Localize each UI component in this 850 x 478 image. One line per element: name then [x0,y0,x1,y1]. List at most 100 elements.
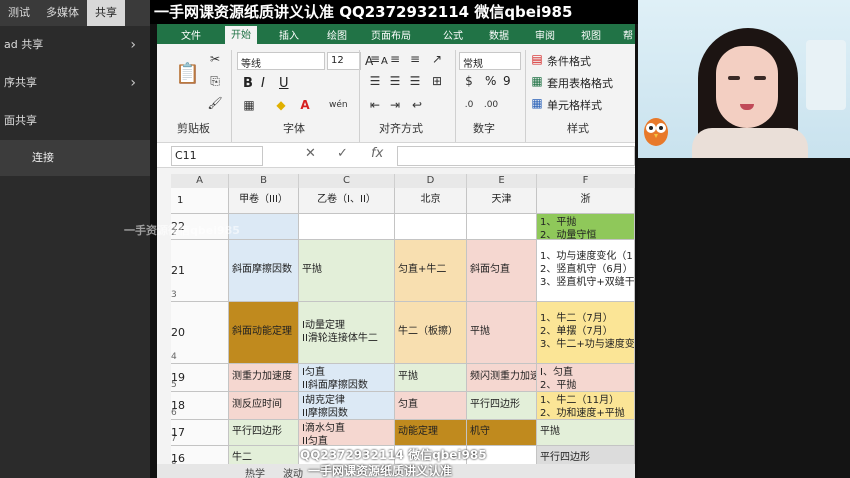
table-header-cell[interactable]: 天津 [467,188,537,214]
format-as-table-button[interactable]: 套用表格格式 [547,75,613,91]
column-header-f[interactable]: F [537,174,635,188]
row-number[interactable]: 7 17 [171,420,229,446]
tab-page-layout[interactable]: 页面布局 [371,27,411,42]
cell-styles-icon[interactable]: ▦ [529,96,545,110]
row-number[interactable]: 4 20 [171,302,229,364]
align-bottom-icon[interactable]: ≡ [407,52,423,66]
fill-color-icon[interactable]: ◆ [273,98,289,112]
sheet-tab[interactable]: 波动 [283,465,303,478]
table-cell[interactable]: 1、牛二（11月） 2、功和速度+平抛 [537,392,635,420]
decrease-indent-icon[interactable]: ⇤ [367,98,383,112]
table-format-icon[interactable]: ▦ [529,74,545,88]
table-cell[interactable]: 斜面匀直 [467,240,537,302]
increase-decimal-icon[interactable]: .0 [461,98,477,112]
number-format-select[interactable]: 常规 [459,52,521,70]
font-color-icon[interactable]: A [297,98,313,112]
cell-styles-button[interactable]: 单元格样式 [547,97,602,113]
conditional-format-button[interactable]: 条件格式 [547,53,591,69]
italic-button[interactable]: I [261,76,265,91]
table-cell[interactable]: I、匀直 2、平抛 [537,364,635,392]
decrease-decimal-icon[interactable]: .00 [483,98,499,112]
sheet-tab[interactable]: 热学 [245,465,265,478]
table-cell[interactable]: 斜面摩擦因数 [229,240,299,302]
format-painter-icon[interactable]: 🖌 [207,96,223,110]
tab-review[interactable]: 审阅 [535,27,555,42]
table-cell[interactable]: 动能定理 [395,420,467,446]
row-number[interactable]: 3 21 [171,240,229,302]
table-cell[interactable]: 1、平抛 2、动量守恒 [537,214,635,240]
table-cell[interactable]: 平抛 [395,364,467,392]
orientation-icon[interactable]: ↗ [429,52,445,66]
copy-icon[interactable]: ⎘ [207,74,223,88]
table-cell[interactable]: I动量定理 II滑轮连接体牛二 [299,302,395,364]
column-header-e[interactable]: E [467,174,537,188]
table-cell[interactable]: 测重力加速度 [229,364,299,392]
comma-style-button[interactable]: 9 [503,74,511,88]
table-cell[interactable]: 测反应时间 [229,392,299,420]
wrap-text-icon[interactable]: ↩ [409,98,425,112]
percent-button[interactable]: % [485,74,496,88]
font-size-select[interactable]: 12 [327,52,361,70]
table-header-cell[interactable]: 甲卷（III） [229,188,299,214]
tab-view[interactable]: 视图 [581,27,601,42]
paste-icon[interactable]: 📋 [175,58,200,88]
tab-draw[interactable]: 绘图 [327,27,347,42]
table-cell[interactable]: 平抛 [537,420,635,446]
table-cell[interactable]: 牛二（板擦） [395,302,467,364]
table-cell[interactable]: I胡克定律 II摩擦因数 [299,392,395,420]
row-number[interactable]: 1 [171,188,229,214]
name-box[interactable]: C11 [171,146,263,166]
tab-share[interactable]: 共享 [87,0,125,26]
table-cell[interactable]: 机守 [467,420,537,446]
table-cell[interactable]: 平行四边形 [467,392,537,420]
table-cell[interactable]: 1、牛二（7月） 2、单摆（7月） 3、牛二+功与速度变 [537,302,635,364]
tab-data[interactable]: 数据 [489,27,509,42]
align-center-icon[interactable]: ☰ [387,74,403,88]
table-cell[interactable]: 斜面动能定理 [229,302,299,364]
underline-button[interactable]: U [279,76,289,91]
conditional-format-icon[interactable]: ▤ [529,52,545,66]
tab-home[interactable]: 开始 [225,26,257,44]
table-cell[interactable]: 1、功与速度变化（1 2、竖直机守（6月） 3、竖直机守+双缝干 [537,240,635,302]
table-cell[interactable] [395,214,467,240]
currency-icon[interactable]: $ [461,74,477,88]
table-cell[interactable]: 匀直 [395,392,467,420]
table-cell[interactable]: I滴水匀直 II匀直 [299,420,395,446]
table-cell[interactable]: 平抛 [299,240,395,302]
merge-center-icon[interactable]: ⊞ [429,74,445,88]
column-header-d[interactable]: D [395,174,467,188]
tab-multimedia[interactable]: 多媒体 [38,0,87,26]
connect-button[interactable]: 连接 [0,140,150,176]
align-right-icon[interactable]: ☰ [407,74,423,88]
phonetic-icon[interactable]: wén [329,98,348,112]
tab-file[interactable]: 文件 [181,27,201,42]
table-cell[interactable]: 频闪测重力加速度 [467,364,537,392]
table-cell[interactable] [299,214,395,240]
menu-item-desktop-share[interactable]: 面共享 [0,102,150,140]
table-cell[interactable]: I匀直 II斜面摩擦因数 [299,364,395,392]
menu-item-ipad-share[interactable]: ad 共享 › [0,26,150,64]
column-header-c[interactable]: C [299,174,395,188]
table-cell[interactable]: 平抛 [467,302,537,364]
cancel-icon[interactable]: ✕ [305,146,316,161]
font-name-select[interactable]: 等线 [237,52,325,70]
table-header-cell[interactable]: 乙卷（I、II） [299,188,395,214]
align-left-icon[interactable]: ☰ [367,74,383,88]
tab-help[interactable]: 帮 [623,27,633,42]
table-cell[interactable]: 匀直+牛二 [395,240,467,302]
increase-indent-icon[interactable]: ⇥ [387,98,403,112]
bold-button[interactable]: B [243,76,253,91]
table-header-cell[interactable]: 北京 [395,188,467,214]
row-number[interactable]: 6 18 [171,392,229,420]
table-cell[interactable] [467,214,537,240]
borders-icon[interactable]: ▦ [241,98,257,112]
align-middle-icon[interactable]: ≡ [387,52,403,66]
tab-insert[interactable]: 插入 [279,27,299,42]
cut-icon[interactable]: ✂ [207,52,223,66]
column-header-b[interactable]: B [229,174,299,188]
insert-function-icon[interactable]: fx [371,146,383,161]
enter-icon[interactable]: ✓ [337,146,348,161]
column-header-a[interactable]: A [171,174,229,188]
align-top-icon[interactable]: ≡ [367,52,383,66]
formula-input[interactable] [397,146,635,166]
